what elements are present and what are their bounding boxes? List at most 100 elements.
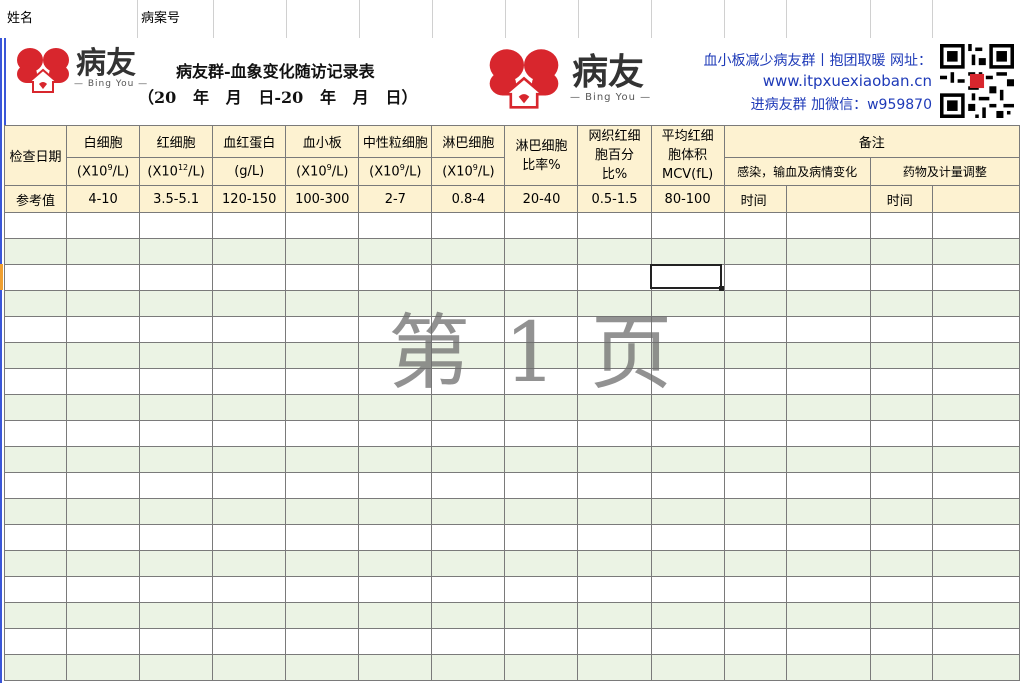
header-lymphocyte[interactable]: 淋巴细胞 bbox=[431, 125, 506, 158]
reference-lymphocyte-ratio[interactable]: 20-40 bbox=[504, 185, 579, 213]
cell[interactable] bbox=[139, 238, 214, 265]
cell[interactable] bbox=[869, 602, 933, 629]
cell[interactable] bbox=[358, 628, 433, 655]
unit-wbc[interactable]: (X109/L) bbox=[66, 157, 141, 186]
cell[interactable] bbox=[3, 368, 68, 395]
cell[interactable] bbox=[285, 238, 360, 265]
cell[interactable] bbox=[212, 524, 287, 551]
cell[interactable] bbox=[66, 576, 141, 603]
cell[interactable] bbox=[869, 576, 933, 603]
reference-time-a[interactable]: 时间 bbox=[723, 185, 787, 213]
cell[interactable] bbox=[3, 212, 68, 239]
cell[interactable] bbox=[212, 368, 287, 395]
cell[interactable] bbox=[869, 420, 933, 447]
cell[interactable] bbox=[358, 420, 433, 447]
cell[interactable] bbox=[285, 628, 360, 655]
cell[interactable] bbox=[869, 290, 933, 317]
cell[interactable] bbox=[723, 316, 787, 343]
cell[interactable] bbox=[869, 394, 933, 421]
cell[interactable] bbox=[931, 602, 1021, 629]
cell[interactable] bbox=[285, 576, 360, 603]
cell[interactable] bbox=[431, 524, 506, 551]
unit-lymphocyte[interactable]: (X109/L) bbox=[431, 157, 506, 186]
reference-lymphocyte[interactable]: 0.8-4 bbox=[431, 185, 506, 213]
cell[interactable] bbox=[212, 264, 287, 291]
cell[interactable] bbox=[504, 238, 579, 265]
cell[interactable] bbox=[504, 550, 579, 577]
cell[interactable] bbox=[358, 472, 433, 499]
cell[interactable] bbox=[139, 446, 214, 473]
cell[interactable] bbox=[577, 576, 652, 603]
cell[interactable] bbox=[358, 238, 433, 265]
cell[interactable] bbox=[504, 524, 579, 551]
cell[interactable] bbox=[504, 576, 579, 603]
cell[interactable] bbox=[577, 446, 652, 473]
cell[interactable] bbox=[650, 602, 725, 629]
cell[interactable] bbox=[139, 420, 214, 447]
reference-neutrophil[interactable]: 2-7 bbox=[358, 185, 433, 213]
cell[interactable] bbox=[577, 550, 652, 577]
cell[interactable] bbox=[285, 290, 360, 317]
header-rbc[interactable]: 红细胞 bbox=[139, 125, 214, 158]
cell[interactable] bbox=[3, 654, 68, 681]
cell[interactable] bbox=[66, 212, 141, 239]
cell[interactable] bbox=[212, 316, 287, 343]
cell[interactable] bbox=[285, 472, 360, 499]
cell[interactable] bbox=[66, 290, 141, 317]
cell[interactable] bbox=[139, 498, 214, 525]
cell[interactable] bbox=[723, 368, 787, 395]
cell[interactable] bbox=[285, 498, 360, 525]
cell[interactable] bbox=[931, 264, 1021, 291]
cell[interactable] bbox=[285, 212, 360, 239]
cell[interactable] bbox=[869, 654, 933, 681]
cell[interactable] bbox=[285, 446, 360, 473]
cell[interactable] bbox=[212, 628, 287, 655]
cell[interactable] bbox=[431, 576, 506, 603]
header-wbc[interactable]: 白细胞 bbox=[66, 125, 141, 158]
cell[interactable] bbox=[212, 576, 287, 603]
cell[interactable] bbox=[650, 420, 725, 447]
fill-handle[interactable] bbox=[719, 286, 724, 291]
cell[interactable] bbox=[869, 498, 933, 525]
cell[interactable] bbox=[869, 316, 933, 343]
cell[interactable] bbox=[139, 368, 214, 395]
cell[interactable] bbox=[931, 446, 1021, 473]
cell[interactable] bbox=[3, 628, 68, 655]
reference-mcv[interactable]: 80-100 bbox=[650, 185, 725, 213]
cell[interactable] bbox=[66, 342, 141, 369]
cell[interactable] bbox=[577, 654, 652, 681]
cell[interactable] bbox=[66, 316, 141, 343]
cell[interactable] bbox=[431, 628, 506, 655]
cell[interactable] bbox=[723, 420, 787, 447]
cell[interactable] bbox=[577, 420, 652, 447]
cell[interactable] bbox=[358, 550, 433, 577]
reference-platelet[interactable]: 100-300 bbox=[285, 185, 360, 213]
cell[interactable] bbox=[139, 212, 214, 239]
cell[interactable] bbox=[869, 524, 933, 551]
cell[interactable] bbox=[723, 654, 787, 681]
cell[interactable] bbox=[3, 550, 68, 577]
cell[interactable] bbox=[650, 498, 725, 525]
cell[interactable] bbox=[66, 498, 141, 525]
cell[interactable] bbox=[933, 0, 1024, 38]
cell[interactable] bbox=[285, 524, 360, 551]
cell[interactable] bbox=[139, 602, 214, 629]
cell[interactable] bbox=[723, 628, 787, 655]
cell[interactable] bbox=[3, 602, 68, 629]
cell[interactable] bbox=[66, 524, 141, 551]
cell[interactable] bbox=[212, 212, 287, 239]
cell[interactable] bbox=[931, 394, 1021, 421]
unit-rbc[interactable]: (X1012/L) bbox=[139, 157, 214, 186]
reference-reticulocyte[interactable]: 0.5-1.5 bbox=[577, 185, 652, 213]
cell[interactable] bbox=[504, 472, 579, 499]
cell[interactable] bbox=[577, 212, 652, 239]
cell[interactable] bbox=[433, 0, 506, 38]
cell[interactable] bbox=[869, 628, 933, 655]
cell[interactable] bbox=[785, 420, 871, 447]
cell[interactable] bbox=[358, 212, 433, 239]
cell[interactable] bbox=[785, 576, 871, 603]
cell[interactable] bbox=[66, 238, 141, 265]
header-hemoglobin[interactable]: 血红蛋白 bbox=[212, 125, 287, 158]
cell[interactable] bbox=[358, 524, 433, 551]
cell[interactable] bbox=[652, 0, 725, 38]
